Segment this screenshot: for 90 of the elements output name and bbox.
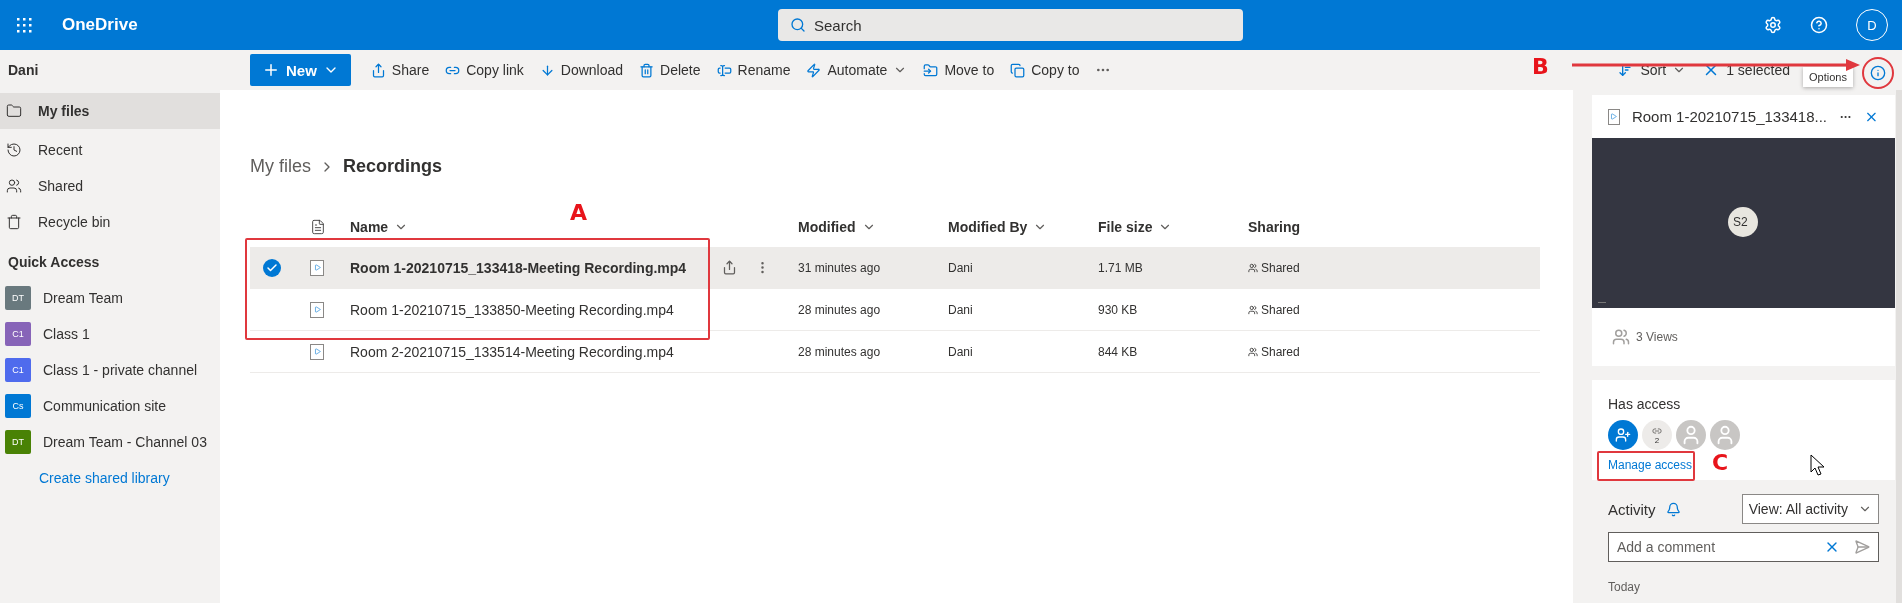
command-button[interactable]: Download [531, 54, 632, 86]
column-header[interactable]: Modified By [948, 219, 1098, 235]
table-cell-text: Dani [948, 302, 974, 317]
activity-filter-dropdown[interactable]: View: All activity [1741, 494, 1879, 524]
add-person-icon[interactable] [1608, 420, 1638, 450]
annotation-letter: C [1712, 450, 1729, 475]
people-icon [6, 178, 22, 194]
table-cell-text: 28 minutes ago [798, 302, 882, 317]
plus-icon [262, 61, 280, 79]
search-field[interactable]: Search [778, 9, 1243, 41]
file-name[interactable]: Room 1-20210715_133850-Meeting Recording.mp4 [350, 301, 674, 318]
file-type-icon [310, 219, 326, 235]
move-icon [923, 62, 939, 78]
table-cell-text: Dani [948, 260, 974, 275]
tooltip: Options [1803, 67, 1853, 87]
file-name[interactable]: Room 2-20210715_133514-Meeting Recording.mp4 [350, 343, 674, 360]
video-file-icon [310, 301, 324, 318]
command-button[interactable]: Rename [708, 54, 799, 86]
participant-initials: S2 [1733, 215, 1748, 229]
command-button[interactable]: Copy link [437, 54, 532, 86]
nav-item[interactable]: My files [0, 93, 220, 129]
section-title: Quick Access [7, 253, 101, 272]
download-icon [539, 62, 555, 78]
video-file-icon [1608, 108, 1620, 125]
app-name[interactable]: OneDrive [62, 15, 712, 35]
sharing-status: Shared [1261, 260, 1300, 275]
command-button[interactable]: Share [362, 54, 438, 86]
quick-access-item[interactable]: DT Dream Team [0, 280, 220, 316]
sharing-status: Shared [1261, 344, 1300, 359]
nav-item[interactable]: Recycle bin [0, 204, 220, 240]
quick-access-item[interactable]: DT Dream Team - Channel 03 [0, 424, 220, 460]
details-title: Room 1-20210715_133418... [1631, 108, 1828, 125]
annotation-letter: B [1532, 54, 1549, 79]
copy-icon [1010, 62, 1026, 78]
bell-icon[interactable] [1665, 501, 1681, 517]
lightning-icon [806, 62, 822, 78]
column-header[interactable]: Sharing [1248, 219, 1540, 235]
people-icon [1248, 346, 1258, 357]
section-title: Has access [1608, 396, 1682, 412]
rename-icon [716, 62, 732, 78]
create-library-link[interactable]: Create shared library [0, 460, 220, 486]
help-icon[interactable] [1810, 16, 1828, 34]
clock-icon [6, 142, 22, 158]
command-button[interactable]: Automate [798, 54, 916, 86]
link-count[interactable]: 2 [1642, 420, 1672, 450]
link-icon [1652, 425, 1662, 436]
viewers-icon [1612, 328, 1630, 346]
comment-field[interactable]: Add a comment [1608, 532, 1879, 562]
table-cell-text: 930 KB [1098, 302, 1139, 317]
file-name[interactable]: Room 1-20210715_133418-Meeting Recording.mp4 [350, 259, 687, 276]
manage-access-link[interactable]: Manage access [1608, 458, 1693, 472]
send-icon[interactable] [1854, 539, 1870, 555]
table-cell-text: 28 minutes ago [798, 344, 882, 359]
settings-icon[interactable] [1764, 16, 1782, 34]
share-icon [370, 62, 386, 78]
table-cell-text: 844 KB [1098, 344, 1139, 359]
trash-icon [639, 62, 655, 78]
nav-item[interactable]: Recent [0, 132, 220, 168]
views-count: 3 Views [1636, 330, 1678, 344]
search-icon [790, 17, 806, 33]
video-file-icon [310, 343, 324, 360]
command-button[interactable]: Move to [915, 54, 1003, 86]
quick-access-item[interactable]: C1 Class 1 [0, 316, 220, 352]
nav-item[interactable]: Shared [0, 168, 220, 204]
video-file-icon [310, 259, 324, 276]
file-row[interactable]: Room 1-20210715_133418-Meeting Recording.mp4 31 minutes ago Dani 1.71 MB Shared [250, 247, 1540, 289]
command-button[interactable]: Copy to [1002, 54, 1088, 86]
breadcrumb-item[interactable]: Recordings [343, 156, 443, 177]
people-icon [1248, 262, 1258, 273]
checkmark-icon[interactable] [263, 258, 281, 277]
column-header[interactable]: File size [1098, 219, 1248, 235]
quick-access-item[interactable]: C1 Class 1 - private channel [0, 352, 220, 388]
breadcrumb-item[interactable]: My files [250, 156, 311, 177]
column-header[interactable]: Modified [798, 219, 948, 235]
table-cell-text: 31 minutes ago [798, 260, 882, 275]
command-button[interactable]: Delete [631, 54, 709, 86]
table-cell-text: Dani [948, 344, 974, 359]
people-icon [1248, 304, 1258, 315]
folder-icon [6, 103, 22, 119]
section-title: Activity [1608, 500, 1656, 518]
date-heading: Today [1608, 580, 1642, 594]
info-button[interactable] [1862, 57, 1894, 89]
table-cell-text: 1.71 MB [1098, 260, 1144, 275]
new-button[interactable]: New [250, 54, 351, 86]
sharing-status: Shared [1261, 302, 1300, 317]
info-icon [1870, 65, 1886, 81]
share-icon[interactable] [722, 260, 737, 275]
trash-icon [6, 214, 22, 230]
user-name: Dani [8, 62, 39, 78]
quick-access-item[interactable]: Cs Communication site [0, 388, 220, 424]
